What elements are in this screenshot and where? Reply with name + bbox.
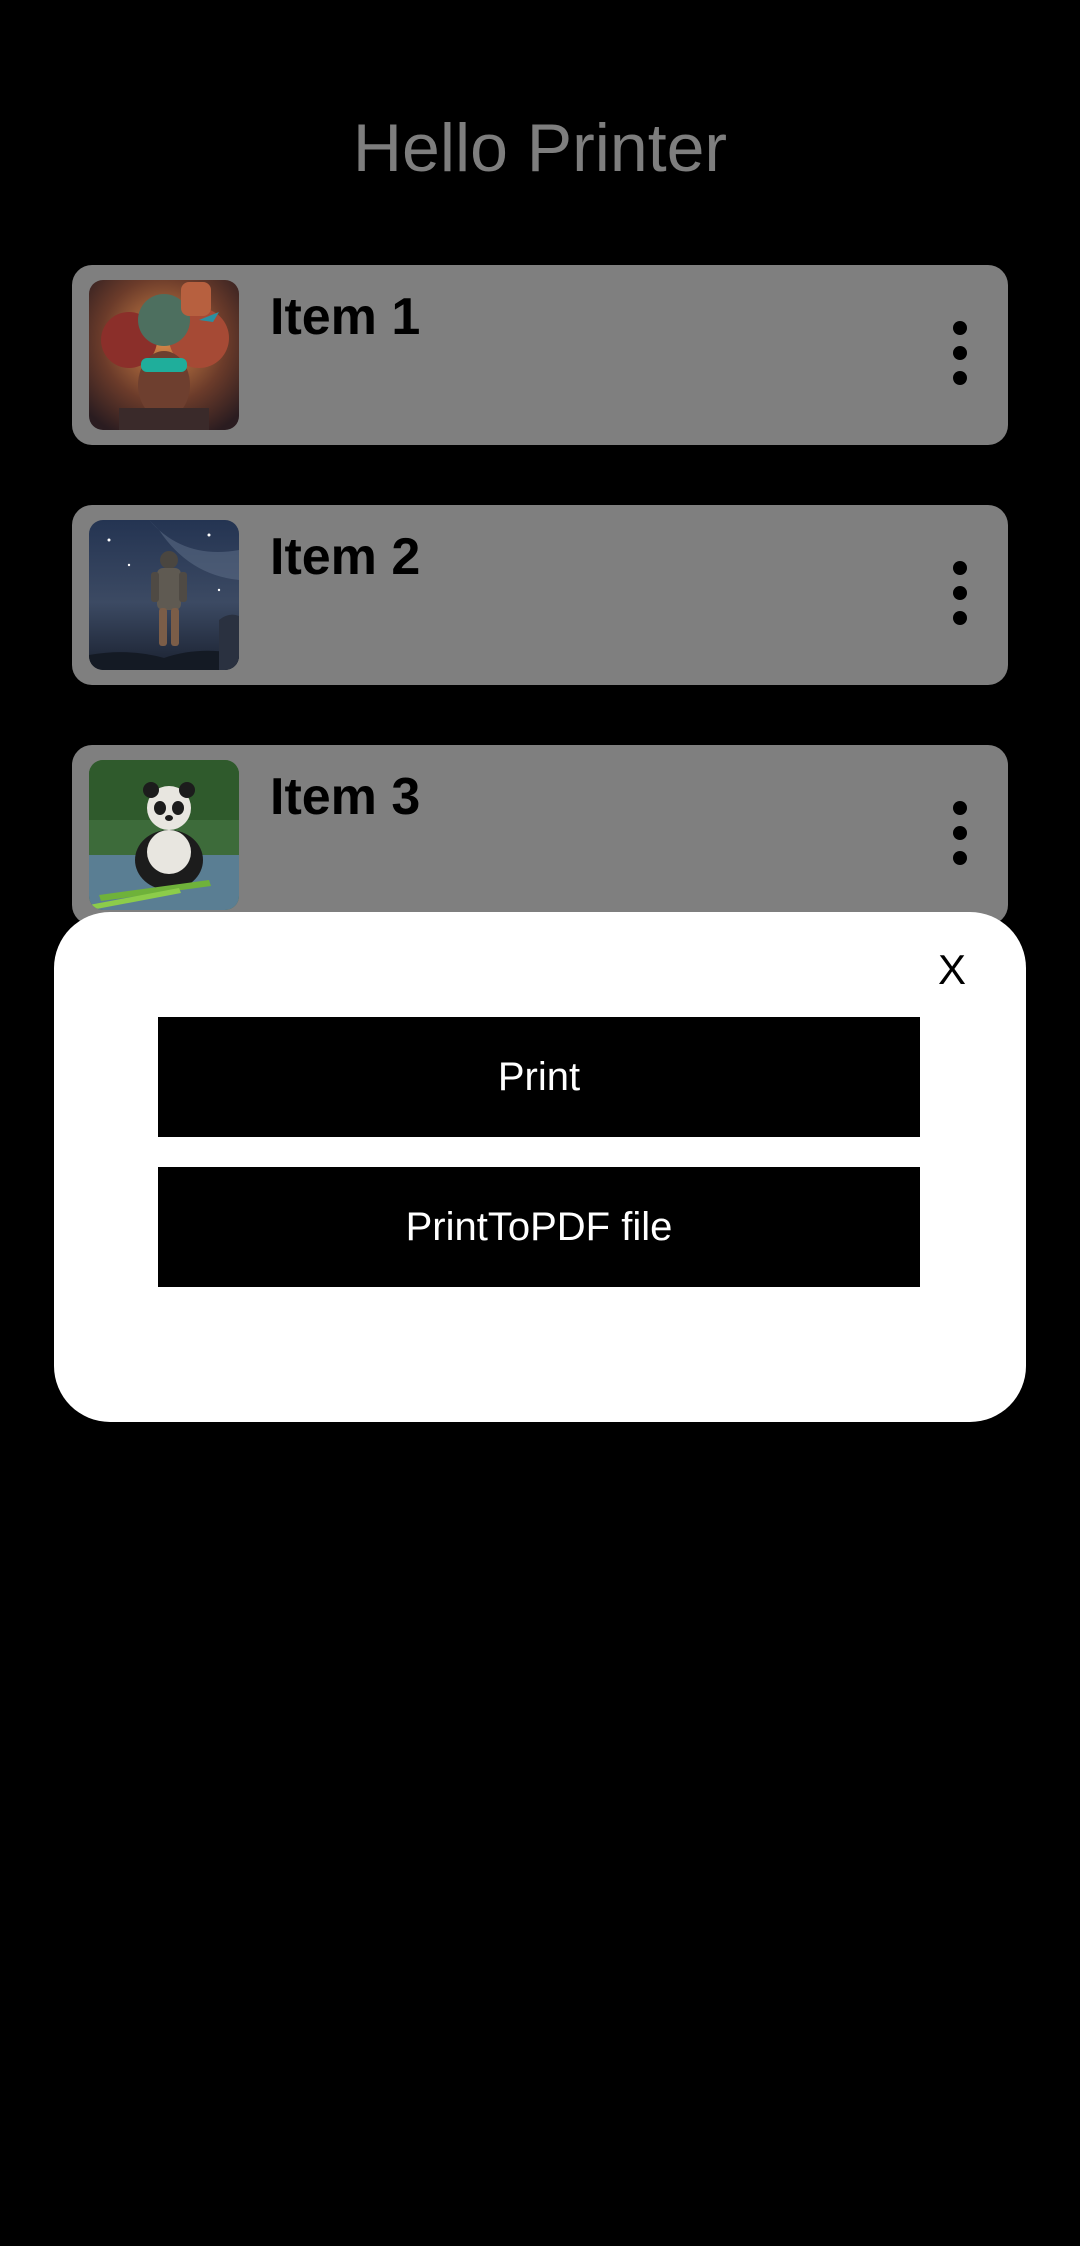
menu-dot xyxy=(953,371,967,385)
app-screen: Hello Printer Item 1 Item 2 Item 3 X Pri… xyxy=(0,0,1080,2246)
more-vert-icon[interactable] xyxy=(940,555,980,635)
menu-dot xyxy=(953,801,967,815)
menu-dot xyxy=(953,611,967,625)
menu-dot xyxy=(953,321,967,335)
list-item[interactable]: Item 2 xyxy=(72,505,1008,685)
item-label: Item 1 xyxy=(270,288,421,346)
print-button[interactable]: Print xyxy=(158,1017,920,1137)
woman-with-goggles-collage-image xyxy=(89,280,239,430)
menu-dot xyxy=(953,826,967,840)
menu-dot xyxy=(953,851,967,865)
menu-dot xyxy=(953,586,967,600)
menu-dot xyxy=(953,561,967,575)
item-thumbnail xyxy=(89,760,239,910)
panda-eating-bamboo-image xyxy=(89,760,239,910)
list-item[interactable]: Item 1 xyxy=(72,265,1008,445)
page-title: Hello Printer xyxy=(352,110,728,186)
more-vert-icon[interactable] xyxy=(940,795,980,875)
item-thumbnail xyxy=(89,280,239,430)
astronaut-night-sky-image xyxy=(89,520,239,670)
print-options-sheet: X Print PrintToPDF file xyxy=(54,912,1026,1422)
item-label: Item 2 xyxy=(270,528,421,586)
menu-dot xyxy=(953,346,967,360)
list-item[interactable]: Item 3 xyxy=(72,745,1008,925)
close-button[interactable]: X xyxy=(922,940,982,1000)
print-to-pdf-button[interactable]: PrintToPDF file xyxy=(158,1167,920,1287)
item-label: Item 3 xyxy=(270,768,421,826)
item-thumbnail xyxy=(89,520,239,670)
more-vert-icon[interactable] xyxy=(940,315,980,395)
